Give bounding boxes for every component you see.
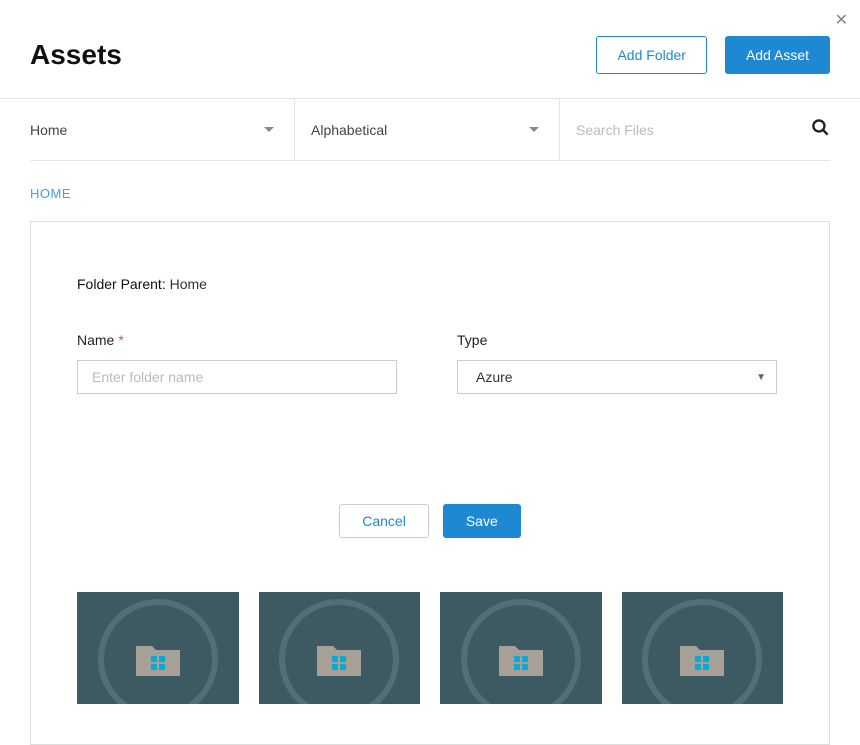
name-label: Name*: [77, 332, 397, 348]
windows-folder-icon: [497, 640, 545, 678]
asset-tiles: [77, 592, 783, 704]
filter-bar: Home Alphabetical: [0, 99, 860, 161]
location-dropdown[interactable]: Home: [30, 99, 295, 160]
add-folder-panel: Folder Parent: Home Name* Type Azure ▼ C…: [30, 221, 830, 745]
form-actions: Cancel Save: [77, 504, 783, 538]
chevron-down-icon: [264, 127, 274, 132]
folder-type-select[interactable]: Azure ▼: [457, 360, 777, 394]
type-field-group: Type Azure ▼: [457, 332, 777, 394]
breadcrumb-home[interactable]: HOME: [30, 186, 71, 201]
sort-dropdown[interactable]: Alphabetical: [295, 99, 560, 160]
name-label-text: Name: [77, 332, 114, 348]
save-button[interactable]: Save: [443, 504, 521, 538]
folder-name-input[interactable]: [77, 360, 397, 394]
folder-parent-label: Folder Parent:: [77, 276, 166, 292]
folder-parent-value: Home: [170, 276, 207, 292]
cancel-button[interactable]: Cancel: [339, 504, 429, 538]
name-field-group: Name*: [77, 332, 397, 394]
type-value: Azure: [476, 369, 513, 385]
form-row: Name* Type Azure ▼: [77, 332, 783, 394]
chevron-down-icon: [529, 127, 539, 132]
chevron-down-icon: ▼: [756, 372, 766, 383]
add-folder-button[interactable]: Add Folder: [596, 36, 706, 74]
search-wrap: [560, 99, 830, 160]
sort-value: Alphabetical: [311, 122, 387, 138]
breadcrumb-row: HOME: [0, 161, 860, 221]
location-value: Home: [30, 122, 67, 138]
search-input[interactable]: [576, 122, 811, 138]
folder-tile[interactable]: [440, 592, 602, 704]
folder-parent-line: Folder Parent: Home: [77, 276, 783, 292]
required-indicator: *: [118, 332, 123, 348]
search-icon[interactable]: [811, 118, 830, 142]
folder-tile[interactable]: [259, 592, 421, 704]
windows-folder-icon: [134, 640, 182, 678]
close-icon[interactable]: ✕: [835, 10, 848, 30]
windows-folder-icon: [678, 640, 726, 678]
header-actions: Add Folder Add Asset: [596, 36, 830, 74]
folder-tile[interactable]: [622, 592, 784, 704]
type-label: Type: [457, 332, 777, 348]
add-asset-button[interactable]: Add Asset: [725, 36, 830, 74]
page-title: Assets: [30, 39, 122, 71]
windows-folder-icon: [315, 640, 363, 678]
page-header: Assets Add Folder Add Asset: [0, 0, 860, 99]
folder-tile[interactable]: [77, 592, 239, 704]
